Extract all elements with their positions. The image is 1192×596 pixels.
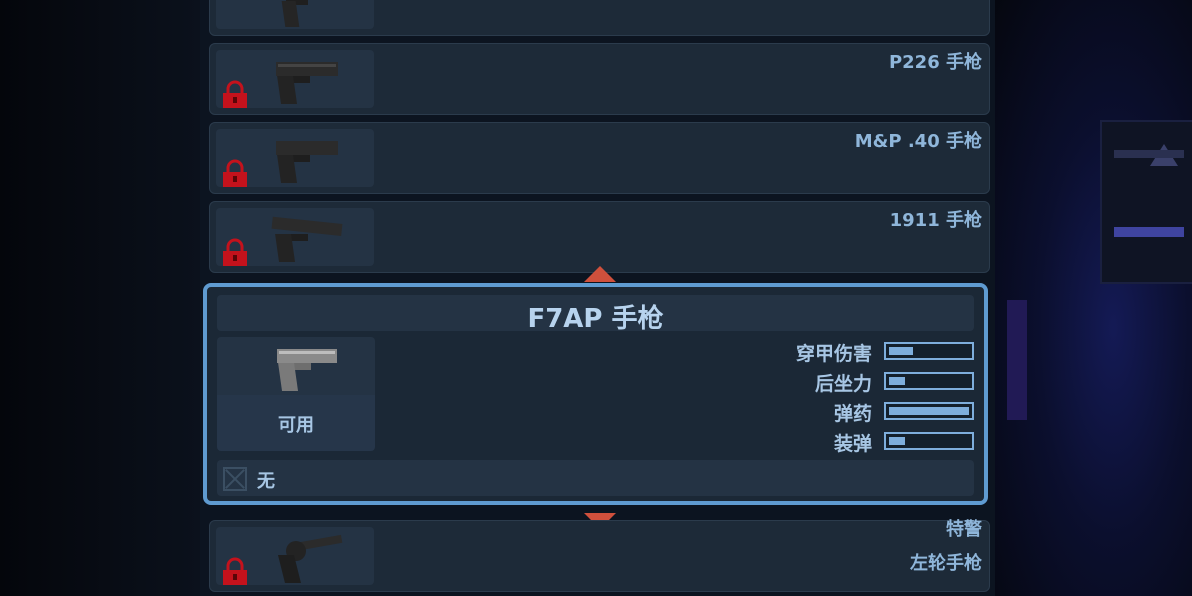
stat-fill: [889, 407, 969, 415]
lock-icon: [223, 80, 247, 108]
background-right: [995, 0, 1192, 596]
weapon-list-item[interactable]: 特警 左轮手枪: [209, 519, 990, 592]
stat-bar: [884, 372, 974, 390]
weapon-thumbnail: [217, 337, 375, 395]
revolver-icon: [277, 534, 343, 583]
selected-weapon-panel[interactable]: F7AP 手枪 可用 穿甲伤害 后坐力 弹药 装弹 无: [203, 283, 988, 505]
lock-icon: [223, 159, 247, 187]
modification-slot-row[interactable]: 无: [217, 460, 974, 496]
stat-bar: [884, 402, 974, 420]
weapon-thumbnail: [216, 208, 374, 266]
stat-fill: [889, 377, 905, 385]
weapon-thumbnail: [216, 50, 374, 108]
weapon-list-item[interactable]: 1911 手枪: [209, 201, 990, 273]
pistol-icon: [281, 0, 308, 27]
pistol-icon: [271, 216, 343, 262]
stat-bar: [884, 432, 974, 450]
stat-label: 穿甲伤害: [795, 343, 872, 365]
background-bar: [1114, 227, 1184, 237]
background-strip: [1007, 300, 1027, 420]
lock-icon: [223, 557, 247, 585]
pistol-icon: [276, 141, 338, 183]
modification-label: 无: [257, 471, 275, 492]
selected-weapon-title-bar: F7AP 手枪: [217, 295, 974, 334]
weapon-thumbnail: [216, 129, 374, 187]
stat-row: 后坐力: [714, 369, 974, 399]
stat-label: 装弹: [833, 433, 872, 455]
weapon-list-item[interactable]: [209, 0, 990, 36]
weapon-list-item[interactable]: P226 手枪: [209, 43, 990, 115]
stat-fill: [889, 347, 913, 355]
scroll-up-arrow-icon[interactable]: [584, 266, 616, 282]
stat-fill: [889, 437, 905, 445]
weapon-status: 可用: [217, 395, 375, 451]
weapon-name: 特警: [946, 519, 982, 540]
weapon-name: P226 手枪: [888, 52, 982, 73]
weapon-list[interactable]: P226 手枪 M&P .40 手枪 1911 手枪 F7AP 手枪 可用 穿甲…: [200, 0, 995, 596]
stat-bar: [884, 342, 974, 360]
weapon-list-item[interactable]: M&P .40 手枪: [209, 122, 990, 194]
weapon-stats: 穿甲伤害 后坐力 弹药 装弹: [714, 339, 974, 459]
weapon-subname: 左轮手枪: [910, 553, 982, 574]
weapon-name: M&P .40 手枪: [854, 131, 982, 152]
weapon-thumbnail: [216, 527, 374, 585]
lock-icon: [223, 238, 247, 266]
background-left: [0, 0, 200, 596]
weapon-status-label: 可用: [278, 415, 314, 436]
stat-row: 装弹: [714, 429, 974, 459]
selected-weapon-title: F7AP 手枪: [527, 304, 664, 334]
stat-row: 穿甲伤害: [714, 339, 974, 369]
weapon-thumbnail: [216, 0, 374, 29]
empty-slot-icon: [223, 467, 247, 491]
background-panel: [1100, 120, 1192, 284]
stat-label: 后坐力: [814, 373, 872, 395]
stat-row: 弹药: [714, 399, 974, 429]
stat-label: 弹药: [833, 403, 872, 425]
weapon-name: 1911 手枪: [889, 210, 982, 231]
background-bar: [1114, 150, 1184, 158]
pistol-icon: [277, 349, 337, 391]
pistol-icon: [276, 62, 338, 104]
